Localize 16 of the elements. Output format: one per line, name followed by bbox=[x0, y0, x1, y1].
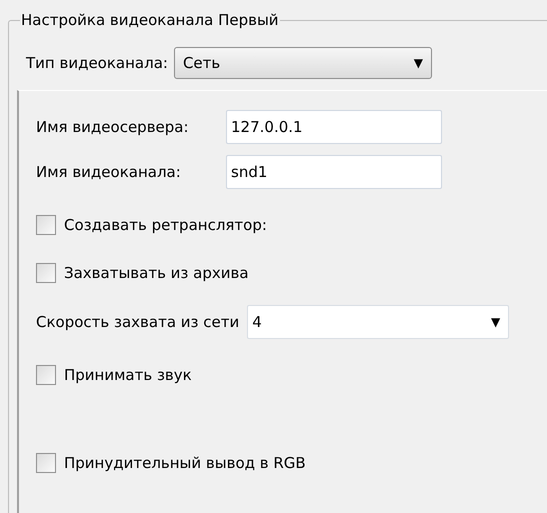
checkbox-label: Принимать звук bbox=[64, 366, 192, 384]
channel-type-label: Тип видеоканала: bbox=[26, 54, 168, 72]
checkbox[interactable] bbox=[36, 215, 56, 235]
checkbox-label: Принудительный вывод в RGB bbox=[64, 454, 306, 472]
checkbox[interactable] bbox=[36, 365, 56, 385]
text-field[interactable]: snd1 bbox=[226, 155, 442, 189]
speed-label: Скорость захвата из сети bbox=[36, 313, 240, 331]
checkbox-label: Создавать ретранслятор: bbox=[64, 216, 267, 234]
checkbox[interactable] bbox=[36, 263, 56, 283]
field-label: Имя видеоканала: bbox=[36, 163, 182, 181]
text-field[interactable]: 127.0.0.1 bbox=[226, 110, 442, 144]
checkbox-label: Захватывать из архива bbox=[64, 264, 249, 282]
checkbox[interactable] bbox=[36, 453, 56, 473]
field-label: Имя видеосервера: bbox=[36, 118, 190, 136]
channel-type-dropdown[interactable]: Сеть ▼ bbox=[174, 47, 432, 79]
speed-dropdown[interactable]: 4 ▼ bbox=[247, 305, 510, 339]
